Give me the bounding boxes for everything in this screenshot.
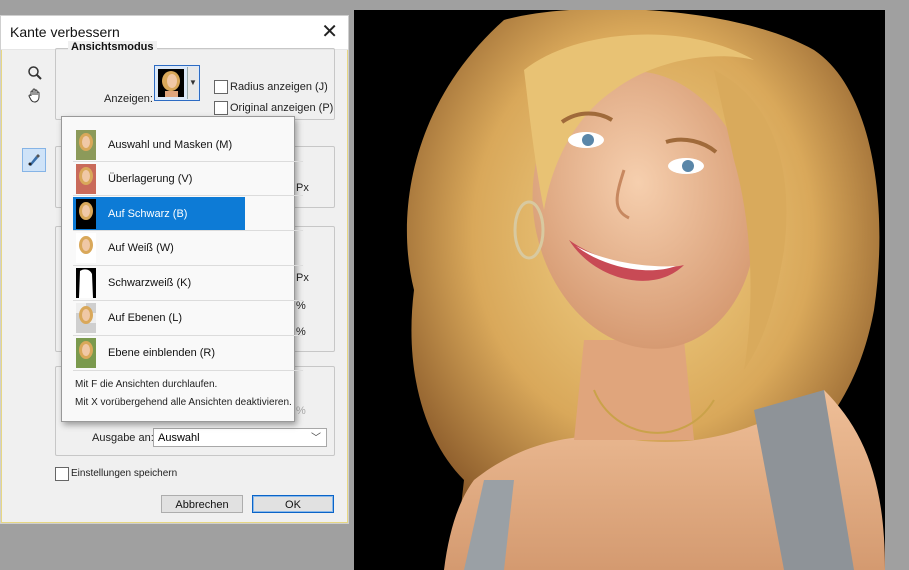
dialog-titlebar: Kante verbessern ✕ [1, 16, 348, 50]
menu-item-overlay[interactable]: Überlagerung (V) [73, 162, 245, 195]
menu-item-label: Auswahl und Masken (M) [108, 138, 233, 151]
menu-item-selection-and-masks[interactable]: Auswahl und Masken (M) [73, 128, 245, 161]
output-select-value: Auswahl [158, 432, 200, 444]
view-thumbnail [76, 129, 96, 160]
menu-item-on-layers[interactable]: Auf Ebenen (L) [73, 301, 245, 334]
save-settings-label: Einstellungen speichern [71, 468, 178, 479]
menu-item-reveal-layer[interactable]: Ebene einblenden (R) [73, 336, 245, 369]
workspace: Kante verbessern ✕ Ansichtsmodus Anzeige… [0, 0, 909, 570]
output-label: Ausgabe an: [92, 432, 154, 444]
menu-item-black-white[interactable]: Schwarzweiß (K) [73, 266, 245, 299]
save-settings-checkbox[interactable] [55, 467, 69, 481]
unit-percent: % [296, 405, 306, 417]
menu-item-label: Auf Ebenen (L) [108, 311, 182, 324]
show-label: Anzeigen: [104, 93, 153, 105]
menu-item-on-white[interactable]: Auf Weiß (W) [73, 231, 245, 264]
view-thumbnail [76, 302, 96, 333]
unit-px: Px [296, 182, 309, 194]
view-mode-title: Ansichtsmodus [68, 41, 157, 53]
menu-item-label: Schwarzweiß (K) [108, 276, 192, 289]
menu-separator [73, 195, 303, 196]
view-mode-menu: Auswahl und Masken (M) Überlagerung (V) … [61, 116, 303, 422]
hand-icon[interactable] [24, 84, 46, 106]
menu-item-label: Überlagerung (V) [108, 172, 193, 185]
view-thumbnail [76, 163, 96, 194]
unit-px: Px [296, 272, 309, 284]
image-canvas[interactable] [354, 10, 885, 570]
unit-percent: % [296, 300, 306, 312]
radius-checkbox-label: Radius anzeigen (J) [230, 81, 328, 93]
view-thumbnail [76, 198, 96, 229]
menu-hint-cycle: Mit F die Ansichten durchlaufen. [75, 379, 218, 390]
close-icon[interactable]: ✕ [321, 20, 338, 44]
radius-checkbox[interactable] [214, 80, 228, 94]
menu-separator [73, 370, 303, 371]
chevron-down-icon: ﹀ [311, 433, 321, 444]
zoom-icon[interactable] [24, 62, 46, 84]
view-thumbnail [158, 69, 184, 97]
output-select[interactable]: Auswahl ﹀ [153, 428, 327, 447]
menu-item-on-black[interactable]: Auf Schwarz (B) [73, 197, 245, 230]
menu-item-label: Auf Weiß (W) [108, 241, 174, 254]
view-thumbnail [76, 267, 96, 298]
unit-percent: % [296, 326, 306, 338]
ok-button[interactable]: OK [252, 495, 334, 513]
menu-item-label: Auf Schwarz (B) [108, 207, 188, 220]
original-checkbox[interactable] [214, 101, 228, 115]
refine-radius-brush-icon[interactable] [22, 148, 46, 172]
dialog-title: Kante verbessern [10, 24, 120, 40]
dropdown-arrow-icon: ▼ [187, 67, 198, 99]
menu-hint-disable: Mit X vorübergehend alle Ansichten deakt… [75, 397, 292, 408]
cancel-button[interactable]: Abbrechen [161, 495, 243, 513]
view-thumbnail [76, 232, 96, 263]
original-checkbox-label: Original anzeigen (P) [230, 102, 334, 114]
view-thumbnail [76, 337, 96, 368]
view-mode-dropdown[interactable]: ▼ [154, 65, 200, 101]
menu-item-label: Ebene einblenden (R) [108, 346, 216, 359]
portrait-photo [354, 10, 885, 570]
